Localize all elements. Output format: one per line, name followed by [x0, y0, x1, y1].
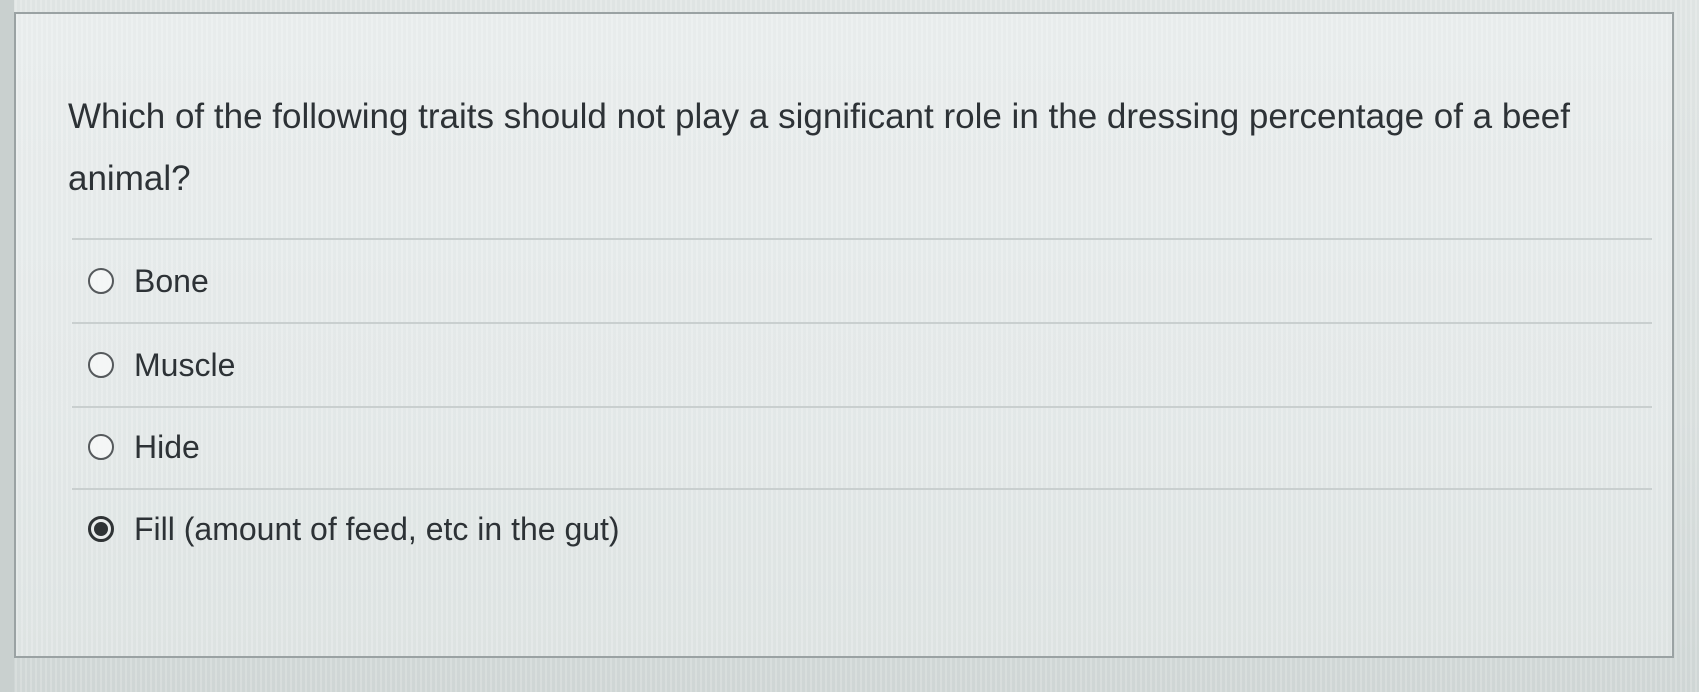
question-card: Which of the following traits should not… [14, 12, 1674, 658]
option-label: Fill (amount of feed, etc in the gut) [134, 510, 620, 547]
option-label: Hide [134, 428, 200, 465]
option-label: Bone [134, 262, 209, 299]
radio-unchecked-icon[interactable] [88, 352, 114, 378]
radio-unchecked-icon[interactable] [88, 268, 114, 294]
radio-unchecked-icon[interactable] [88, 434, 114, 460]
option-bone[interactable]: Bone [88, 258, 209, 304]
radio-checked-icon[interactable] [88, 516, 114, 542]
divider [72, 406, 1652, 408]
divider [72, 238, 1652, 240]
question-text: Which of the following traits should not… [68, 97, 1570, 198]
option-muscle[interactable]: Muscle [88, 342, 235, 388]
divider [72, 322, 1652, 324]
divider [72, 488, 1652, 490]
option-label: Muscle [134, 346, 236, 383]
radio-dot [94, 522, 108, 536]
option-fill[interactable]: Fill (amount of feed, etc in the gut) [88, 506, 620, 552]
left-edge [0, 0, 14, 692]
option-hide[interactable]: Hide [88, 424, 200, 470]
